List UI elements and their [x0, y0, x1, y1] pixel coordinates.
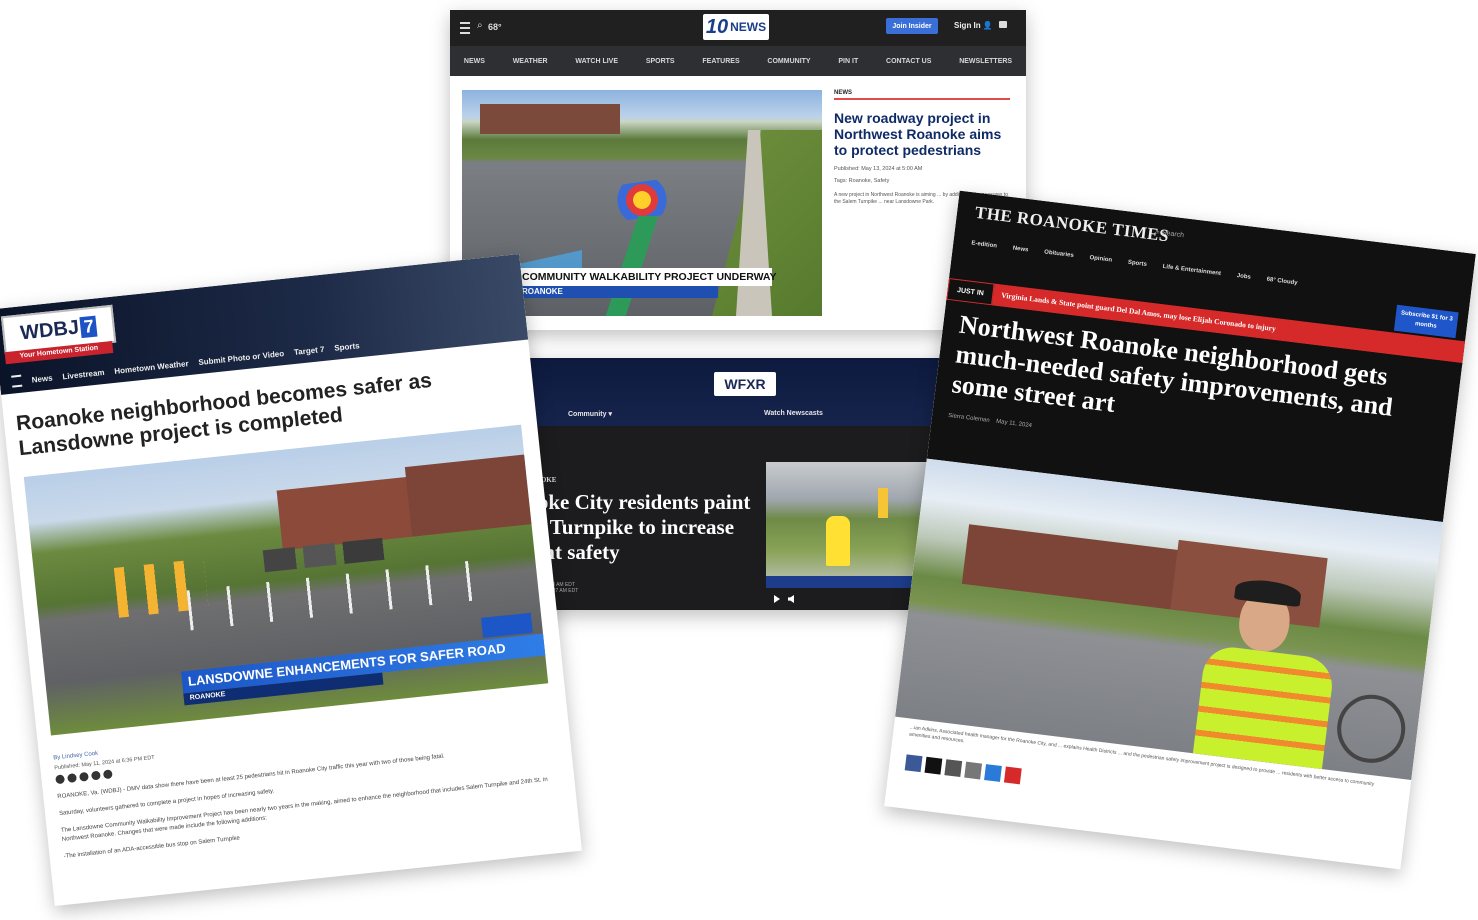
photo-safety-vest	[1192, 644, 1336, 770]
play-icon[interactable]	[774, 595, 780, 603]
lower-third-location: ROANOKE	[518, 286, 718, 298]
nav-item-opinion[interactable]: Opinion	[1089, 255, 1112, 264]
wsls-nav: NEWS WEATHER WATCH LIVE SPORTS FEATURES …	[450, 46, 1026, 76]
wfxr-header: WFXR Community ▾ Watch Newscasts	[460, 358, 980, 426]
published-date: Published: May 13, 2024 at 5:00 AM	[834, 166, 923, 172]
nav-item-obituaries[interactable]: Obituaries	[1044, 249, 1074, 259]
nav-item-watch-live[interactable]: WATCH LIVE	[575, 58, 618, 65]
article-headline: New roadway project in Northwest Roanoke…	[834, 110, 1002, 158]
weather-readout: 68° Cloudy	[1266, 276, 1298, 287]
email-share-icon[interactable]	[944, 759, 963, 778]
roanoke-times-article-screenshot: THE ROANOKE TIMES ⌕ Search E-edition New…	[884, 190, 1476, 870]
nav-item-submit-photo[interactable]: Submit Photo or Video	[198, 349, 285, 367]
photo-volunteers	[113, 558, 209, 618]
email-share-icon[interactable]	[55, 774, 66, 785]
chat-icon[interactable]	[999, 21, 1007, 28]
photo-painted-stripe	[605, 216, 659, 316]
author-name[interactable]: Sierra Coleman	[948, 413, 990, 424]
share-bar	[904, 754, 1022, 785]
join-insider-button[interactable]: Join Insider	[886, 18, 938, 34]
nav-item-news[interactable]: NEWS	[464, 58, 485, 65]
print-share-icon[interactable]	[964, 761, 983, 780]
volume-icon[interactable]	[788, 595, 794, 603]
photo-house-2	[404, 454, 532, 537]
article-date: May 11, 2024	[995, 418, 1033, 430]
nav-item-livestream[interactable]: Livestream	[62, 367, 105, 380]
wdbj7-article-screenshot: WDBJ 7 Your Hometown Station News Livest…	[0, 253, 582, 907]
nav-item-newsletters[interactable]: NEWSLETTERS	[959, 58, 1012, 65]
lower-third-title: COMMUNITY WALKABILITY PROJECT UNDERWAY	[518, 268, 777, 286]
x-share-icon[interactable]	[79, 771, 89, 782]
nav-item-hometown-weather[interactable]: Hometown Weather	[114, 359, 189, 376]
nav-item-news[interactable]: News	[1012, 246, 1028, 254]
nav-watch-newscasts[interactable]: Watch Newscasts	[764, 410, 823, 417]
nav-item-sports[interactable]: Sports	[334, 341, 360, 353]
nav-community-dropdown[interactable]: Community ▾	[568, 410, 612, 418]
menu-icon[interactable]	[460, 22, 470, 34]
facebook-share-icon[interactable]	[67, 773, 77, 784]
nav-item-sports[interactable]: Sports	[1128, 260, 1148, 268]
nav-item-sports[interactable]: SPORTS	[646, 58, 675, 65]
nav-item-contact-us[interactable]: CONTACT US	[886, 58, 931, 65]
roanoke-times-logo[interactable]: THE ROANOKE TIMES	[974, 203, 1170, 247]
facebook-share-icon[interactable]	[904, 754, 923, 773]
byline[interactable]: By Lindsey Cook	[53, 751, 98, 762]
logo-text: NEWS	[730, 20, 767, 34]
article-tags[interactable]: Tags: Roanoke, Safety	[834, 178, 1010, 184]
wfxr-logo[interactable]: WFXR	[714, 372, 776, 396]
article-byline: Sierra Coleman May 11, 2024	[948, 413, 1032, 429]
comment-share-icon[interactable]	[984, 764, 1002, 782]
print-share-icon[interactable]	[102, 769, 113, 780]
photo-volunteer	[826, 516, 850, 566]
pinterest-share-icon[interactable]	[90, 770, 101, 781]
nav-item-community[interactable]: COMMUNITY	[767, 58, 810, 65]
share-bar	[55, 769, 113, 785]
wsls-top-bar: ⌕ 68° 10 NEWS Join Insider Sign In 👤	[450, 10, 1026, 46]
save-share-icon[interactable]	[1003, 766, 1022, 785]
photo-apartments	[961, 524, 1188, 611]
photo-building	[480, 104, 620, 134]
photo-bicycle	[1333, 690, 1410, 767]
wsls-article-screenshot: ⌕ 68° 10 NEWS Join Insider Sign In 👤 NEW…	[450, 10, 1026, 330]
nav-item-news[interactable]: News	[31, 373, 53, 384]
nav-item-life-entertainment[interactable]: Life & Entertainment	[1162, 264, 1221, 277]
weather-readout: 68°	[488, 22, 502, 32]
logo-number: 7	[79, 315, 98, 338]
article-kicker[interactable]: NEWS	[834, 90, 1010, 100]
nav-item-pin-it[interactable]: PIN IT	[838, 58, 858, 65]
collage: ⌕ 68° 10 NEWS Join Insider Sign In 👤 NEW…	[0, 0, 1478, 920]
logo-text: WDBJ	[19, 315, 80, 344]
x-share-icon[interactable]	[924, 756, 943, 775]
wsls-logo[interactable]: 10 NEWS	[703, 14, 769, 40]
nav-item-features[interactable]: FEATURES	[702, 58, 739, 65]
sign-in-link[interactable]: Sign In 👤	[954, 21, 993, 30]
search-icon[interactable]: ⌕	[477, 20, 483, 31]
photo-bollards	[186, 559, 490, 631]
nav-item-jobs[interactable]: Jobs	[1236, 273, 1251, 281]
nav-item-weather[interactable]: WEATHER	[513, 58, 548, 65]
nav-item-target-7[interactable]: Target 7	[294, 344, 325, 356]
menu-icon[interactable]	[11, 374, 23, 388]
logo-number: 10	[705, 15, 729, 38]
nav-item-e-edition[interactable]: E-edition	[971, 240, 997, 249]
photo-volunteer-distant	[878, 488, 888, 518]
